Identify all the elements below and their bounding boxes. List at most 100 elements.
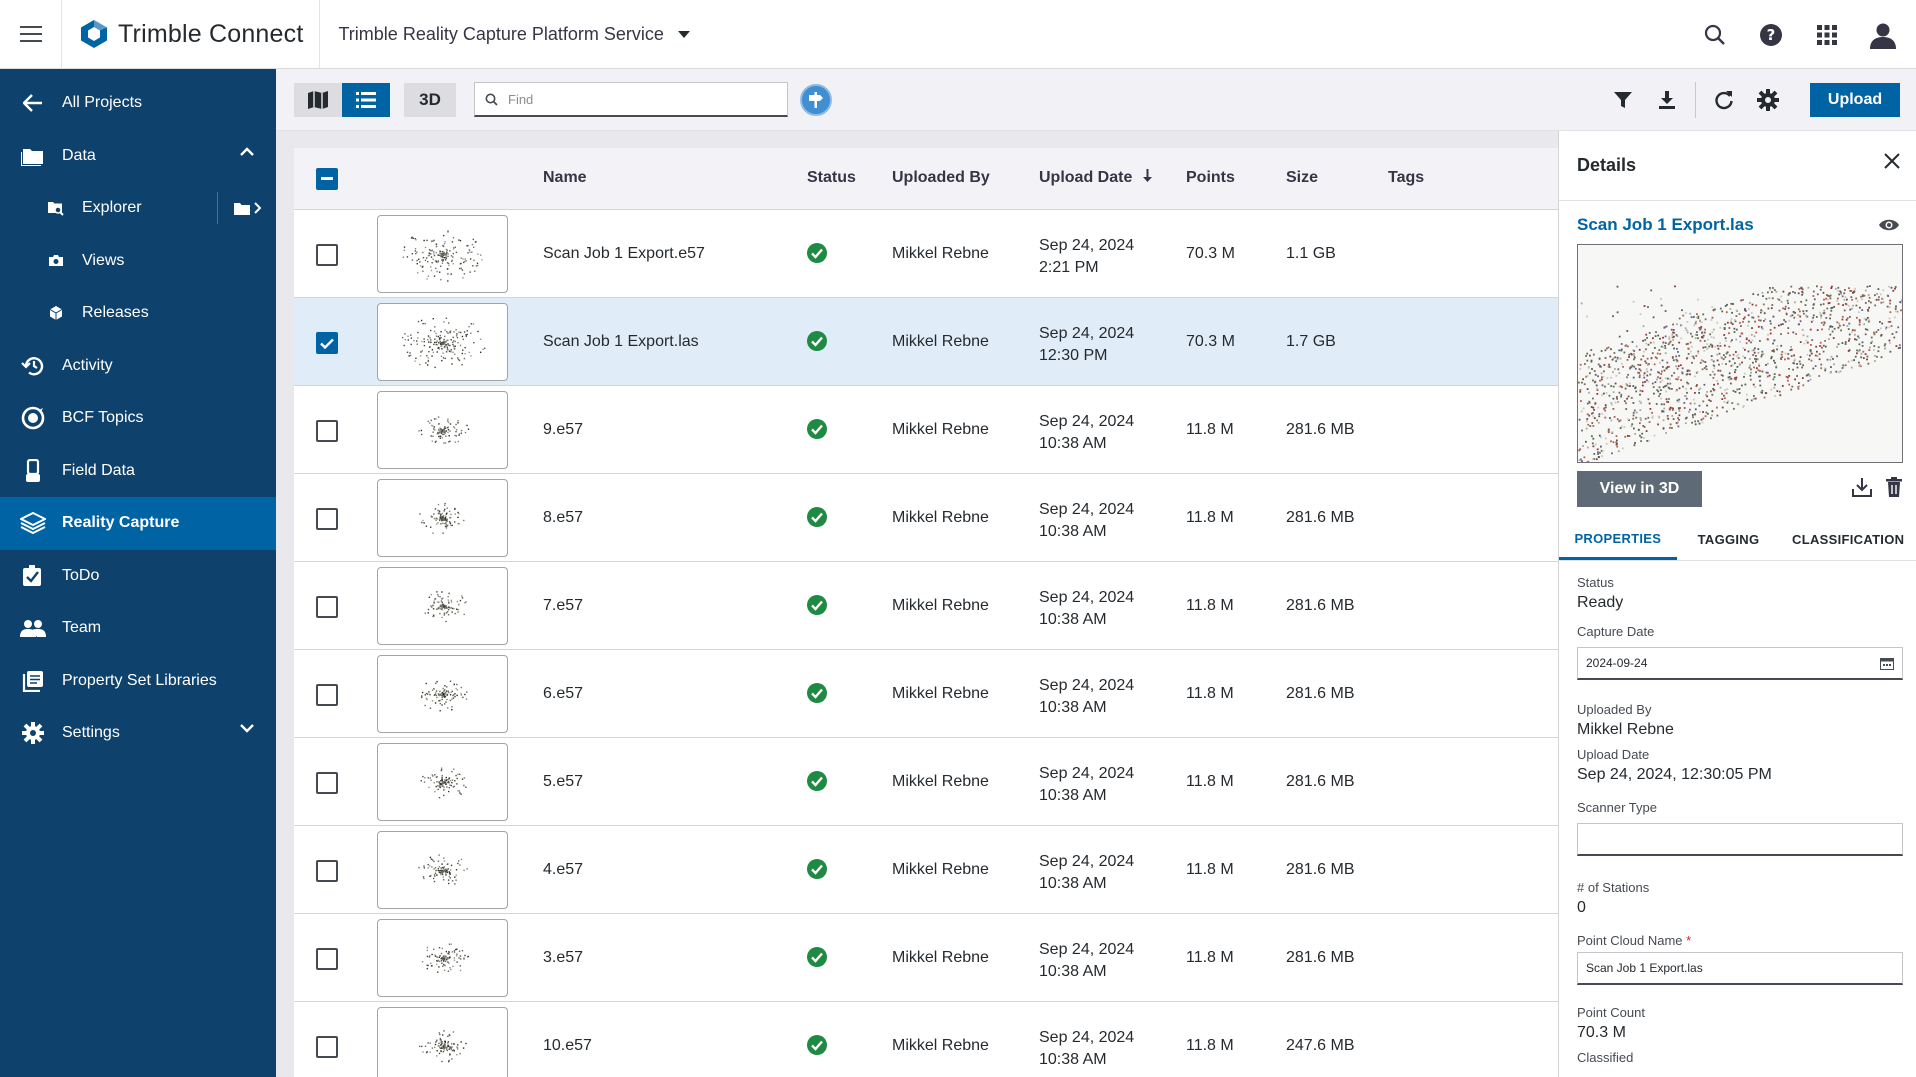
sidebar-item-settings[interactable]: Settings <box>0 707 276 760</box>
point-cloud-thumbnail[interactable] <box>377 743 508 821</box>
row-checkbox[interactable] <box>316 244 338 266</box>
trash-icon[interactable] <box>1886 477 1902 497</box>
upload-button[interactable]: Upload <box>1810 83 1900 117</box>
3d-view-button[interactable]: 3D <box>404 82 456 117</box>
file-name[interactable]: 7.e57 <box>543 597 583 615</box>
upload-date-day: Sep 24, 2024 <box>1039 237 1135 254</box>
file-name[interactable]: Scan Job 1 Export.e57 <box>543 245 705 263</box>
close-icon[interactable] <box>1884 153 1900 169</box>
explorer-folder-button[interactable] <box>217 192 262 224</box>
uploaded-by: Mikkel Rebne <box>892 421 989 438</box>
sidebar-item-todo[interactable]: ToDo <box>0 550 276 603</box>
trimble-connect-logo[interactable]: Trimble Connect <box>62 0 321 68</box>
column-header-points[interactable]: Points <box>1186 169 1235 187</box>
tab-properties[interactable]: PROPERTIES <box>1559 519 1677 560</box>
sidebar-item-views[interactable]: Views <box>0 235 276 288</box>
file-name[interactable]: 8.e57 <box>543 509 583 527</box>
tab-tagging[interactable]: TAGGING <box>1677 519 1781 560</box>
table-row[interactable]: 10.e57 Mikkel Rebne Sep 24, 2024 10:38 AM 11… <box>294 1002 1558 1077</box>
details-file-name[interactable]: Scan Job 1 Export.las <box>1577 215 1754 235</box>
sidebar-item-explorer[interactable]: Explorer <box>0 182 276 235</box>
list-view-button[interactable] <box>342 82 390 117</box>
sidebar-item-bcf-topics[interactable]: BCF Topics <box>0 392 276 445</box>
table-row[interactable]: Scan Job 1 Export.e57 Mikkel Rebne Sep 24,… <box>294 210 1558 298</box>
point-cloud-thumbnail[interactable] <box>377 919 508 997</box>
table-row[interactable]: 8.e57 Mikkel Rebne Sep 24, 2024 10:38 AM 11.… <box>294 474 1558 562</box>
download-icon[interactable] <box>1852 477 1872 497</box>
column-header-size[interactable]: Size <box>1286 169 1318 187</box>
table-row[interactable]: Scan Job 1 Export.las Mikkel Rebne Sep 24,… <box>294 298 1558 386</box>
refresh-icon[interactable] <box>1702 80 1746 120</box>
point-cloud-thumbnail[interactable] <box>377 479 508 557</box>
scanner-type-field[interactable] <box>1577 823 1903 856</box>
row-checkbox[interactable] <box>316 1036 338 1058</box>
sidebar-item-field-data[interactable]: Field Data <box>0 445 276 498</box>
search-icon[interactable] <box>1700 20 1730 50</box>
table-row[interactable]: 6.e57 Mikkel Rebne Sep 24, 2024 10:38 AM 11.… <box>294 650 1558 738</box>
sidebar-item-property-set-libraries[interactable]: Property Set Libraries <box>0 655 276 708</box>
table-row[interactable]: 7.e57 Mikkel Rebne Sep 24, 2024 10:38 AM 11.… <box>294 562 1558 650</box>
map-view-button[interactable] <box>294 82 342 117</box>
row-checkbox[interactable] <box>316 772 338 794</box>
service-selector[interactable]: Trimble Reality Capture Platform Service <box>320 24 690 45</box>
point-cloud-thumbnail[interactable] <box>377 391 508 469</box>
file-name[interactable]: Scan Job 1 Export.las <box>543 333 699 351</box>
file-name[interactable]: 6.e57 <box>543 685 583 703</box>
help-icon[interactable]: ? <box>1756 20 1786 50</box>
point-cloud-thumbnail[interactable] <box>377 303 508 381</box>
find-field[interactable] <box>474 82 788 117</box>
point-cloud-thumbnail[interactable] <box>377 1007 508 1077</box>
point-cloud-name-field[interactable]: Scan Job 1 Export.las <box>1577 952 1903 985</box>
find-input[interactable] <box>508 91 768 107</box>
sidebar-item-releases[interactable]: Releases <box>0 287 276 340</box>
table-row[interactable]: 9.e57 Mikkel Rebne Sep 24, 2024 10:38 AM 11.… <box>294 386 1558 474</box>
chevron-up-icon[interactable] <box>240 146 254 156</box>
file-name[interactable]: 10.e57 <box>543 1037 592 1055</box>
table-row[interactable]: 4.e57 Mikkel Rebne Sep 24, 2024 10:38 AM 11.… <box>294 826 1558 914</box>
file-name[interactable]: 5.e57 <box>543 773 583 791</box>
points: 11.8 M <box>1186 1037 1234 1054</box>
row-checkbox[interactable] <box>316 596 338 618</box>
point-cloud-thumbnail[interactable] <box>377 215 508 293</box>
point-cloud-thumbnail[interactable] <box>377 655 508 733</box>
file-name[interactable]: 3.e57 <box>543 949 583 967</box>
row-checkbox[interactable] <box>316 420 338 442</box>
file-name[interactable]: 4.e57 <box>543 861 583 879</box>
chevron-down-icon[interactable] <box>240 724 254 733</box>
column-header-tags[interactable]: Tags <box>1388 169 1424 187</box>
user-avatar-icon[interactable] <box>1868 20 1898 50</box>
sidebar-item-reality-capture[interactable]: Reality Capture <box>0 497 276 550</box>
location-pin-button[interactable] <box>800 83 832 116</box>
gear-icon[interactable] <box>1746 80 1790 120</box>
size: 1.7 GB <box>1286 333 1336 350</box>
point-cloud-thumbnail[interactable] <box>377 831 508 909</box>
capture-date-field[interactable]: 2024-09-24 <box>1577 647 1903 680</box>
column-header-status[interactable]: Status <box>807 169 856 187</box>
row-checkbox[interactable] <box>316 508 338 530</box>
table-row[interactable]: 3.e57 Mikkel Rebne Sep 24, 2024 10:38 AM 11.… <box>294 914 1558 1002</box>
row-checkbox[interactable] <box>316 948 338 970</box>
row-checkbox[interactable] <box>316 860 338 882</box>
thumbnail-image <box>419 1030 467 1063</box>
point-cloud-thumbnail[interactable] <box>377 567 508 645</box>
tab-classification[interactable]: CLASSIFICATION <box>1780 519 1916 560</box>
apps-grid-icon[interactable] <box>1812 20 1842 50</box>
sidebar-item-activity[interactable]: Activity <box>0 340 276 393</box>
row-checkbox[interactable] <box>316 684 338 706</box>
row-checkbox[interactable] <box>316 332 338 354</box>
view-in-3d-button[interactable]: View in 3D <box>1577 471 1702 507</box>
download-icon[interactable] <box>1645 80 1689 120</box>
sidebar-item-data[interactable]: Data <box>0 130 276 183</box>
eye-icon[interactable] <box>1878 218 1900 232</box>
column-header-uploaded-by[interactable]: Uploaded By <box>892 169 990 187</box>
select-all-checkbox[interactable] <box>316 168 338 190</box>
hamburger-menu-icon[interactable] <box>0 0 62 69</box>
calendar-icon[interactable] <box>1880 657 1894 670</box>
column-header-upload-date[interactable]: Upload Date <box>1039 169 1153 187</box>
file-name[interactable]: 9.e57 <box>543 421 583 439</box>
sidebar-item-all-projects[interactable]: All Projects <box>0 77 276 130</box>
filter-icon[interactable] <box>1601 80 1645 120</box>
column-header-name[interactable]: Name <box>543 169 587 187</box>
table-row[interactable]: 5.e57 Mikkel Rebne Sep 24, 2024 10:38 AM 11.… <box>294 738 1558 826</box>
sidebar-item-team[interactable]: Team <box>0 602 276 655</box>
